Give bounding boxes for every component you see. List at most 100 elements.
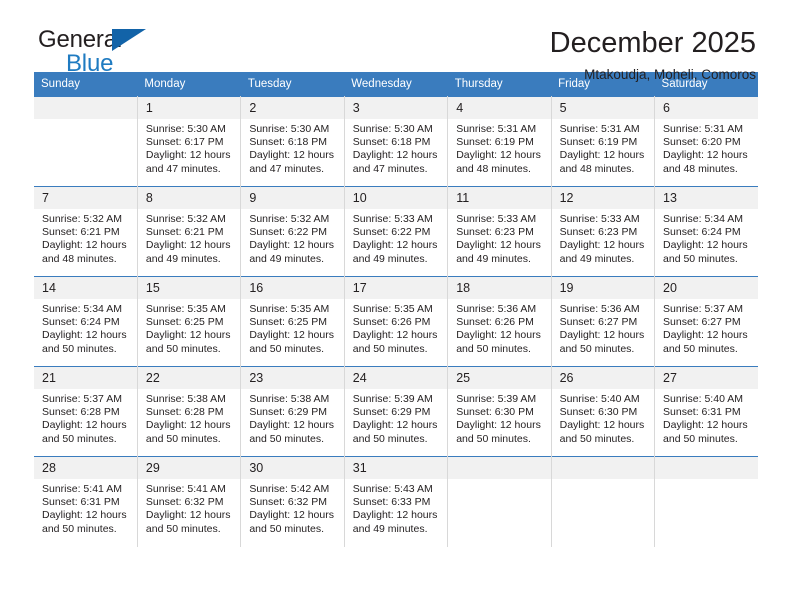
sunrise-text: Sunrise: 5:39 AM	[456, 393, 537, 405]
day-number: 23	[241, 367, 344, 389]
day-number: 10	[344, 187, 448, 209]
daylight-text: Daylight: 12 hours	[352, 239, 438, 252]
daylight-text-cont: and 48 minutes.	[663, 162, 738, 175]
day-number: 6	[655, 97, 758, 119]
daylight-text-cont: and 50 minutes.	[249, 342, 325, 355]
daylight-text-cont: and 50 minutes.	[145, 342, 221, 355]
daylight-text-cont: and 50 minutes.	[145, 522, 221, 535]
day-cell[interactable]	[654, 456, 758, 547]
day-number: 8	[137, 187, 241, 209]
sunset-text: Sunset: 6:18 PM	[249, 136, 327, 149]
day-detail: Sunrise: 5:34 AM Sunset: 6:24 PM Dayligh…	[655, 209, 758, 266]
logo-triangle-icon	[112, 29, 146, 51]
sunset-text: Sunset: 6:21 PM	[145, 226, 224, 239]
sunset-text: Sunset: 6:24 PM	[42, 316, 120, 329]
daylight-text: Daylight: 12 hours	[249, 419, 334, 432]
day-number	[34, 97, 137, 119]
day-cell[interactable]: 15 Sunrise: 5:35 AM Sunset: 6:25 PM Dayl…	[137, 276, 242, 367]
day-cell[interactable]: 13 Sunrise: 5:34 AM Sunset: 6:24 PM Dayl…	[654, 186, 758, 277]
day-cell[interactable]: 24 Sunrise: 5:39 AM Sunset: 6:29 PM Dayl…	[344, 366, 449, 457]
daylight-text-cont: and 48 minutes.	[42, 252, 117, 265]
day-number: 24	[344, 367, 448, 389]
calendar-week-row: 1 Sunrise: 5:30 AM Sunset: 6:17 PM Dayli…	[34, 96, 758, 187]
sunset-text: Sunset: 6:30 PM	[559, 406, 638, 419]
day-cell[interactable]: 8 Sunrise: 5:32 AM Sunset: 6:21 PM Dayli…	[137, 186, 242, 277]
day-cell[interactable]: 1 Sunrise: 5:30 AM Sunset: 6:17 PM Dayli…	[137, 96, 242, 187]
sunrise-text: Sunrise: 5:41 AM	[145, 483, 226, 495]
day-detail: Sunrise: 5:38 AM Sunset: 6:28 PM Dayligh…	[138, 389, 240, 446]
day-cell[interactable]: 22 Sunrise: 5:38 AM Sunset: 6:28 PM Dayl…	[137, 366, 242, 457]
day-detail: Sunrise: 5:43 AM Sunset: 6:33 PM Dayligh…	[345, 479, 447, 536]
daylight-text: Daylight: 12 hours	[663, 239, 748, 252]
day-cell[interactable]	[447, 456, 552, 547]
day-number	[655, 457, 758, 479]
daylight-text-cont: and 50 minutes.	[456, 432, 531, 445]
day-cell[interactable]: 9 Sunrise: 5:32 AM Sunset: 6:22 PM Dayli…	[240, 186, 345, 277]
sunrise-text: Sunrise: 5:37 AM	[663, 303, 743, 315]
daylight-text-cont: and 50 minutes.	[352, 432, 428, 445]
day-number: 29	[137, 457, 241, 479]
day-cell[interactable]: 11 Sunrise: 5:33 AM Sunset: 6:23 PM Dayl…	[447, 186, 552, 277]
daylight-text: Daylight: 12 hours	[456, 149, 541, 162]
day-cell[interactable]: 2 Sunrise: 5:30 AM Sunset: 6:18 PM Dayli…	[240, 96, 345, 187]
sunrise-text: Sunrise: 5:35 AM	[352, 303, 433, 315]
day-cell[interactable]: 27 Sunrise: 5:40 AM Sunset: 6:31 PM Dayl…	[654, 366, 758, 457]
day-cell[interactable]: 25 Sunrise: 5:39 AM Sunset: 6:30 PM Dayl…	[447, 366, 552, 457]
day-detail: Sunrise: 5:30 AM Sunset: 6:18 PM Dayligh…	[241, 119, 343, 176]
day-cell[interactable]: 14 Sunrise: 5:34 AM Sunset: 6:24 PM Dayl…	[34, 276, 138, 367]
sunrise-text: Sunrise: 5:42 AM	[249, 483, 330, 495]
day-cell[interactable]: 31 Sunrise: 5:43 AM Sunset: 6:33 PM Dayl…	[344, 456, 449, 547]
day-detail: Sunrise: 5:31 AM Sunset: 6:19 PM Dayligh…	[448, 119, 550, 176]
day-cell[interactable]: 30 Sunrise: 5:42 AM Sunset: 6:32 PM Dayl…	[240, 456, 345, 547]
calendar-week-row: 21 Sunrise: 5:37 AM Sunset: 6:28 PM Dayl…	[34, 366, 758, 457]
day-number: 2	[241, 97, 344, 119]
day-number: 21	[34, 367, 137, 389]
daylight-text-cont: and 50 minutes.	[42, 432, 117, 445]
day-number: 25	[448, 367, 551, 389]
day-detail: Sunrise: 5:35 AM Sunset: 6:25 PM Dayligh…	[241, 299, 343, 356]
day-number: 27	[655, 367, 758, 389]
sunrise-text: Sunrise: 5:30 AM	[249, 123, 330, 135]
day-cell[interactable]: 10 Sunrise: 5:33 AM Sunset: 6:22 PM Dayl…	[344, 186, 449, 277]
day-cell[interactable]: 3 Sunrise: 5:30 AM Sunset: 6:18 PM Dayli…	[344, 96, 449, 187]
sunrise-text: Sunrise: 5:40 AM	[559, 393, 640, 405]
sunset-text: Sunset: 6:33 PM	[352, 496, 431, 509]
sunrise-text: Sunrise: 5:38 AM	[145, 393, 226, 405]
day-cell[interactable]: 21 Sunrise: 5:37 AM Sunset: 6:28 PM Dayl…	[34, 366, 138, 457]
day-cell[interactable]: 4 Sunrise: 5:31 AM Sunset: 6:19 PM Dayli…	[447, 96, 552, 187]
sunset-text: Sunset: 6:19 PM	[559, 136, 638, 149]
day-cell[interactable]	[551, 456, 656, 547]
day-number: 4	[448, 97, 551, 119]
day-cell[interactable]: 6 Sunrise: 5:31 AM Sunset: 6:20 PM Dayli…	[654, 96, 758, 187]
day-detail: Sunrise: 5:30 AM Sunset: 6:18 PM Dayligh…	[345, 119, 447, 176]
daylight-text: Daylight: 12 hours	[42, 329, 127, 342]
daylight-text-cont: and 47 minutes.	[352, 162, 428, 175]
sunrise-text: Sunrise: 5:31 AM	[456, 123, 537, 135]
sunset-text: Sunset: 6:25 PM	[145, 316, 224, 329]
day-cell[interactable]: 18 Sunrise: 5:36 AM Sunset: 6:26 PM Dayl…	[447, 276, 552, 367]
day-cell[interactable]: 26 Sunrise: 5:40 AM Sunset: 6:30 PM Dayl…	[551, 366, 656, 457]
day-detail: Sunrise: 5:37 AM Sunset: 6:27 PM Dayligh…	[655, 299, 758, 356]
day-cell[interactable]: 28 Sunrise: 5:41 AM Sunset: 6:31 PM Dayl…	[34, 456, 138, 547]
day-cell[interactable]: 12 Sunrise: 5:33 AM Sunset: 6:23 PM Dayl…	[551, 186, 656, 277]
daylight-text-cont: and 50 minutes.	[559, 432, 635, 445]
sunset-text: Sunset: 6:25 PM	[249, 316, 327, 329]
weekday-header-tuesday: Tuesday	[240, 72, 345, 97]
sunrise-text: Sunrise: 5:30 AM	[145, 123, 226, 135]
day-number: 26	[551, 367, 655, 389]
day-cell[interactable]: 20 Sunrise: 5:37 AM Sunset: 6:27 PM Dayl…	[654, 276, 758, 367]
day-cell[interactable]: 23 Sunrise: 5:38 AM Sunset: 6:29 PM Dayl…	[240, 366, 345, 457]
sunset-text: Sunset: 6:26 PM	[456, 316, 534, 329]
day-detail: Sunrise: 5:40 AM Sunset: 6:30 PM Dayligh…	[552, 389, 654, 446]
title-block: December 2025 Mtakoudja, Moheli, Comoros	[550, 26, 758, 85]
day-cell[interactable]: 7 Sunrise: 5:32 AM Sunset: 6:21 PM Dayli…	[34, 186, 138, 277]
day-detail: Sunrise: 5:33 AM Sunset: 6:23 PM Dayligh…	[552, 209, 654, 266]
day-cell[interactable]: 29 Sunrise: 5:41 AM Sunset: 6:32 PM Dayl…	[137, 456, 242, 547]
day-cell[interactable]: 5 Sunrise: 5:31 AM Sunset: 6:19 PM Dayli…	[551, 96, 656, 187]
day-cell[interactable]	[34, 96, 138, 187]
day-cell[interactable]: 19 Sunrise: 5:36 AM Sunset: 6:27 PM Dayl…	[551, 276, 656, 367]
daylight-text: Daylight: 12 hours	[145, 239, 231, 252]
sunset-text: Sunset: 6:31 PM	[42, 496, 120, 509]
day-cell[interactable]: 17 Sunrise: 5:35 AM Sunset: 6:26 PM Dayl…	[344, 276, 449, 367]
day-cell[interactable]: 16 Sunrise: 5:35 AM Sunset: 6:25 PM Dayl…	[240, 276, 345, 367]
